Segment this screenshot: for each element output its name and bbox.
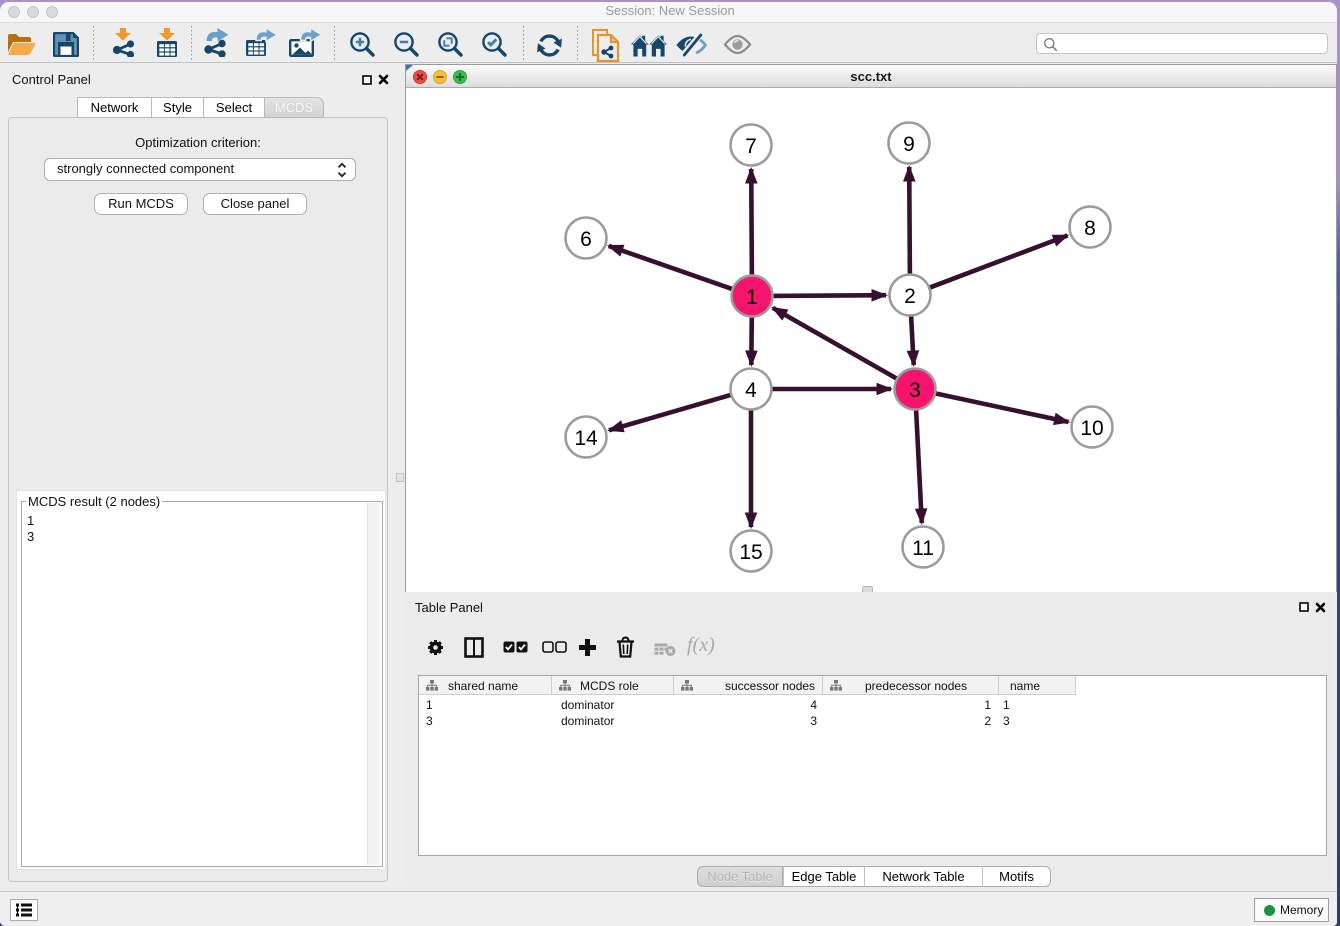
svg-text:11: 11: [912, 537, 934, 560]
svg-text:8: 8: [1084, 217, 1096, 240]
svg-text:10: 10: [1080, 417, 1103, 440]
svg-text:4: 4: [745, 379, 757, 402]
svg-text:1: 1: [746, 286, 758, 309]
svg-text:15: 15: [739, 541, 762, 564]
svg-text:7: 7: [745, 135, 757, 158]
svg-text:14: 14: [574, 427, 598, 450]
svg-text:6: 6: [580, 228, 592, 251]
svg-text:3: 3: [909, 379, 921, 402]
svg-text:2: 2: [904, 285, 916, 308]
svg-text:9: 9: [903, 133, 915, 156]
